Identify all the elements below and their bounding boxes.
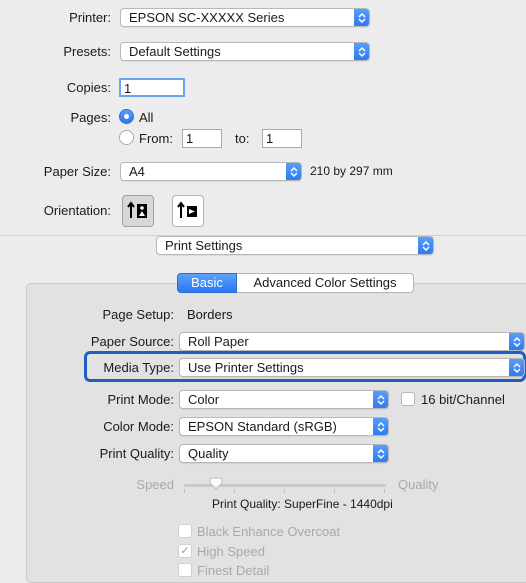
color-mode-value: EPSON Standard (sRGB) xyxy=(188,419,337,434)
landscape-orientation-icon xyxy=(177,201,197,218)
presets-value: Default Settings xyxy=(129,44,221,59)
chevron-updown-icon xyxy=(286,163,301,180)
pages-from-field[interactable]: 1 xyxy=(182,129,222,148)
bit-channel-checkbox[interactable] xyxy=(401,392,415,406)
chevron-updown-icon xyxy=(373,445,388,462)
paper-size-value: A4 xyxy=(129,164,145,179)
printer-value: EPSON SC-XXXXX Series xyxy=(129,10,285,25)
media-type-popup[interactable]: Use Printer Settings xyxy=(179,358,525,377)
print-quality-value: Quality xyxy=(188,446,229,461)
color-mode-popup[interactable]: EPSON Standard (sRGB) xyxy=(179,417,389,436)
pages-label: Pages: xyxy=(70,110,111,125)
pages-from-label: From: xyxy=(139,131,173,146)
high-speed-checkbox[interactable]: ✓ xyxy=(178,544,192,558)
black-enhance-checkbox[interactable] xyxy=(178,524,192,538)
tab-basic[interactable]: Basic xyxy=(177,273,237,293)
paper-source-value: Roll Paper xyxy=(188,334,249,349)
pages-to-field[interactable]: 1 xyxy=(262,129,302,148)
paper-source-label: Paper Source: xyxy=(90,334,174,349)
black-enhance-label: Black Enhance Overcoat xyxy=(197,524,341,539)
page-setup-value: Borders xyxy=(187,307,233,322)
media-type-value: Use Printer Settings xyxy=(188,360,304,375)
slider-quality-label: Quality xyxy=(398,477,439,492)
presets-label: Presets: xyxy=(63,44,111,59)
printer-label: Printer: xyxy=(69,10,111,25)
tab-advanced-color-settings[interactable]: Advanced Color Settings xyxy=(237,273,414,293)
slider-tick xyxy=(234,489,235,493)
presets-popup[interactable]: Default Settings xyxy=(120,42,370,61)
copies-label: Copies: xyxy=(66,80,111,95)
print-mode-value: Color xyxy=(188,392,220,407)
slider-tick xyxy=(284,489,285,493)
pages-all-radio[interactable] xyxy=(119,109,134,124)
print-mode-popup[interactable]: Color xyxy=(179,390,389,409)
slider-speed-label: Speed xyxy=(136,477,174,492)
paper-size-dimensions: 210 by 297 mm xyxy=(310,164,393,178)
chevron-updown-icon xyxy=(373,418,388,435)
print-quality-label: Print Quality: xyxy=(99,446,174,461)
media-type-label: Media Type: xyxy=(103,360,174,375)
chevron-updown-icon xyxy=(354,9,369,26)
paper-source-popup[interactable]: Roll Paper xyxy=(179,332,525,351)
paper-size-label: Paper Size: xyxy=(43,164,111,179)
print-quality-caption: Print Quality: SuperFine - 1440dpi xyxy=(212,497,393,511)
print-mode-label: Print Mode: xyxy=(107,392,174,407)
pages-to-label: to: xyxy=(235,131,250,146)
chevron-updown-icon xyxy=(509,359,524,376)
bit-channel-label: 16 bit/Channel xyxy=(421,392,505,407)
orientation-label: Orientation: xyxy=(43,203,111,218)
chevron-updown-icon xyxy=(509,333,524,350)
chevron-updown-icon xyxy=(373,391,388,408)
orientation-landscape-button[interactable] xyxy=(172,195,204,227)
finest-detail-checkbox[interactable] xyxy=(178,563,192,577)
finest-detail-label: Finest Detail xyxy=(197,563,270,578)
slider-tick xyxy=(384,489,385,493)
portrait-orientation-icon xyxy=(127,201,147,218)
paper-size-popup[interactable]: A4 xyxy=(120,162,302,181)
slider-tick xyxy=(184,489,185,493)
copies-field[interactable]: 1 xyxy=(119,78,185,97)
print-quality-popup[interactable]: Quality xyxy=(179,444,389,463)
quality-slider-knob[interactable] xyxy=(209,477,223,490)
high-speed-label: High Speed xyxy=(197,544,265,559)
page-setup-label: Page Setup: xyxy=(102,307,174,322)
chevron-updown-icon xyxy=(354,43,369,60)
color-mode-label: Color Mode: xyxy=(103,419,174,434)
print-settings-popup[interactable]: Print Settings xyxy=(156,236,434,255)
pages-from-radio[interactable] xyxy=(119,130,134,145)
print-settings-value: Print Settings xyxy=(165,238,243,253)
slider-tick xyxy=(334,489,335,493)
printer-popup[interactable]: EPSON SC-XXXXX Series xyxy=(120,8,370,27)
orientation-portrait-button[interactable] xyxy=(122,195,154,227)
pages-all-label: All xyxy=(139,110,154,125)
chevron-updown-icon xyxy=(418,237,433,254)
